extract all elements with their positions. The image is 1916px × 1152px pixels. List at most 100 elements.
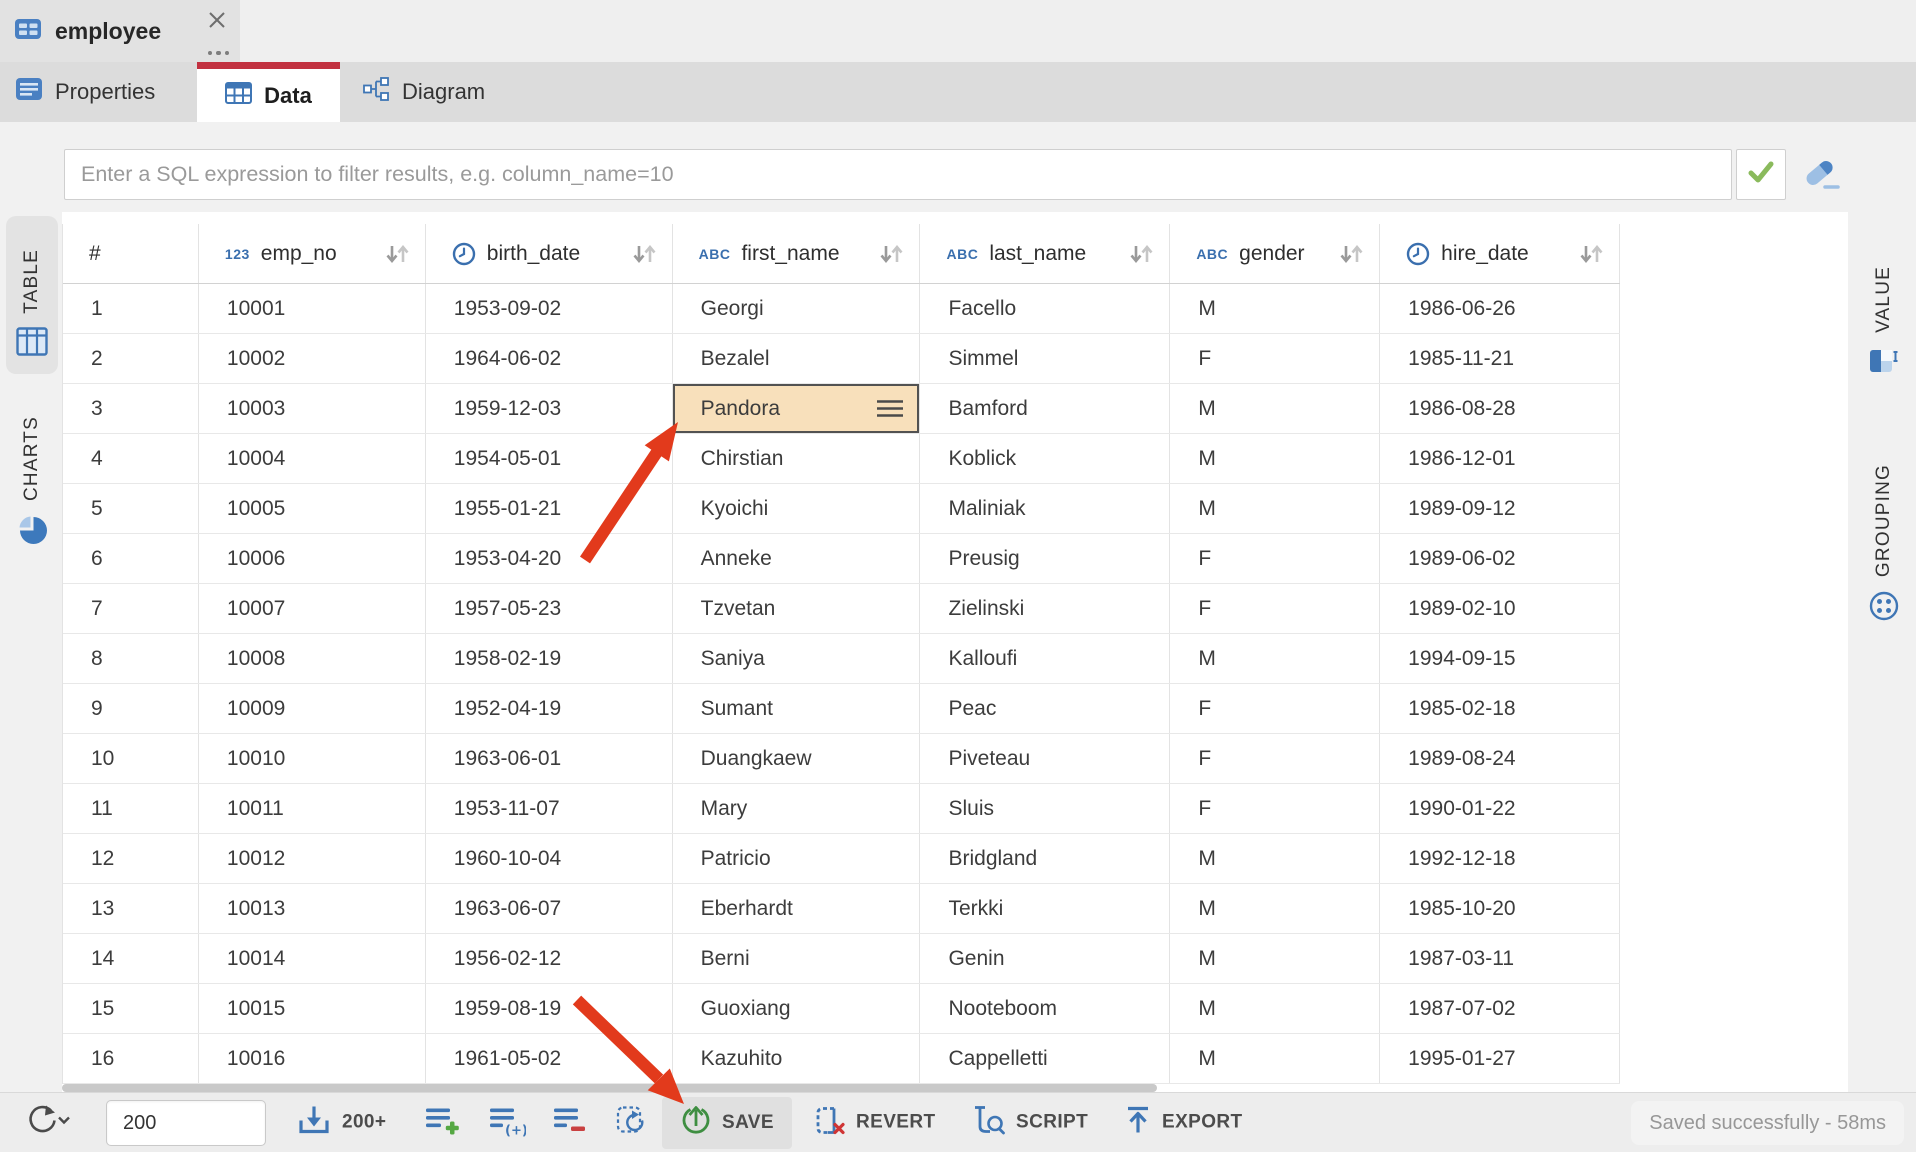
table-cell[interactable]: 1995-01-27: [1380, 1034, 1620, 1083]
table-cell[interactable]: 10006: [199, 534, 426, 583]
table-cell[interactable]: F: [1170, 684, 1380, 733]
table-cell[interactable]: 1953-11-07: [426, 784, 673, 833]
table-cell[interactable]: 1954-05-01: [426, 434, 673, 483]
table-cell[interactable]: Maliniak: [920, 484, 1170, 533]
sidebar-tab-charts[interactable]: CHARTS: [6, 386, 58, 564]
table-cell[interactable]: F: [1170, 584, 1380, 633]
table-cell[interactable]: Guoxiang: [673, 984, 921, 1033]
table-cell[interactable]: F: [1170, 784, 1380, 833]
document-tab-employee[interactable]: employee: [0, 0, 240, 62]
fetch-more-button[interactable]: 200+: [296, 1104, 386, 1141]
fetch-size-input[interactable]: [106, 1100, 266, 1146]
table-cell[interactable]: Mary: [673, 784, 921, 833]
column-header-emp_no[interactable]: 123emp_no: [199, 224, 426, 283]
table-cell[interactable]: Facello: [920, 284, 1170, 333]
tab-diagram[interactable]: Diagram: [340, 62, 525, 122]
table-cell[interactable]: Cappelletti: [920, 1034, 1170, 1083]
table-cell[interactable]: M: [1170, 884, 1380, 933]
table-cell[interactable]: F: [1170, 334, 1380, 383]
row-number-cell[interactable]: 10: [63, 734, 199, 783]
save-button[interactable]: SAVE: [662, 1097, 792, 1149]
table-cell[interactable]: 10010: [199, 734, 426, 783]
table-cell[interactable]: 1989-06-02: [1380, 534, 1620, 583]
column-header-last_name[interactable]: ABClast_name: [920, 224, 1170, 283]
row-number-cell[interactable]: 2: [63, 334, 199, 383]
table-cell[interactable]: 1985-02-18: [1380, 684, 1620, 733]
table-cell[interactable]: 1994-09-15: [1380, 634, 1620, 683]
table-cell[interactable]: Tzvetan: [673, 584, 921, 633]
table-cell[interactable]: Genin: [920, 934, 1170, 983]
table-cell[interactable]: M: [1170, 384, 1380, 433]
horizontal-scrollbar-thumb[interactable]: [62, 1084, 1157, 1092]
table-cell[interactable]: 10016: [199, 1034, 426, 1083]
refresh-button[interactable]: [22, 1102, 74, 1143]
table-cell[interactable]: 1953-09-02: [426, 284, 673, 333]
table-cell[interactable]: 10008: [199, 634, 426, 683]
tab-properties[interactable]: Properties: [0, 62, 197, 122]
delete-row-button[interactable]: [552, 1104, 588, 1141]
close-tab-icon[interactable]: [206, 9, 228, 31]
sidebar-tab-value[interactable]: VALUE: [1858, 216, 1910, 394]
table-cell[interactable]: Bamford: [920, 384, 1170, 433]
table-cell[interactable]: 1959-08-19: [426, 984, 673, 1033]
cell-menu-icon[interactable]: [875, 398, 905, 419]
table-cell[interactable]: 10013: [199, 884, 426, 933]
table-cell[interactable]: 1956-02-12: [426, 934, 673, 983]
add-row-button[interactable]: [424, 1104, 460, 1141]
table-cell[interactable]: 1957-05-23: [426, 584, 673, 633]
table-cell[interactable]: 1987-03-11: [1380, 934, 1620, 983]
sidebar-tab-grouping[interactable]: GROUPING: [1858, 400, 1910, 640]
table-cell[interactable]: 10001: [199, 284, 426, 333]
duplicate-row-button[interactable]: (+): [488, 1104, 526, 1141]
table-cell[interactable]: 10015: [199, 984, 426, 1033]
row-number-cell[interactable]: 16: [63, 1034, 199, 1083]
table-cell[interactable]: Terkki: [920, 884, 1170, 933]
table-cell[interactable]: M: [1170, 834, 1380, 883]
table-cell[interactable]: 1986-12-01: [1380, 434, 1620, 483]
table-cell[interactable]: Koblick: [920, 434, 1170, 483]
table-cell[interactable]: 1960-10-04: [426, 834, 673, 883]
table-cell[interactable]: 10005: [199, 484, 426, 533]
table-cell[interactable]: Zielinski: [920, 584, 1170, 633]
table-cell[interactable]: F: [1170, 734, 1380, 783]
row-number-cell[interactable]: 9: [63, 684, 199, 733]
table-cell[interactable]: Sumant: [673, 684, 921, 733]
row-number-cell[interactable]: 5: [63, 484, 199, 533]
table-cell[interactable]: 1985-11-21: [1380, 334, 1620, 383]
table-cell[interactable]: Peac: [920, 684, 1170, 733]
table-cell[interactable]: Bezalel: [673, 334, 921, 383]
table-cell[interactable]: 1989-09-12: [1380, 484, 1620, 533]
table-cell[interactable]: 1958-02-19: [426, 634, 673, 683]
table-cell[interactable]: 1986-08-28: [1380, 384, 1620, 433]
table-cell[interactable]: 1964-06-02: [426, 334, 673, 383]
table-cell[interactable]: 1955-01-21: [426, 484, 673, 533]
table-cell[interactable]: 10009: [199, 684, 426, 733]
row-number-cell[interactable]: 14: [63, 934, 199, 983]
table-cell[interactable]: M: [1170, 634, 1380, 683]
table-cell[interactable]: Kazuhito: [673, 1034, 921, 1083]
table-cell[interactable]: Simmel: [920, 334, 1170, 383]
table-cell[interactable]: Georgi: [673, 284, 921, 333]
tab-overflow-dots-icon[interactable]: [208, 51, 230, 56]
table-cell[interactable]: Berni: [673, 934, 921, 983]
column-header-gender[interactable]: ABCgender: [1170, 224, 1380, 283]
row-number-cell[interactable]: 1: [63, 284, 199, 333]
table-cell[interactable]: 1986-06-26: [1380, 284, 1620, 333]
table-cell[interactable]: 10007: [199, 584, 426, 633]
table-cell[interactable]: M: [1170, 934, 1380, 983]
refresh-row-button[interactable]: [614, 1103, 650, 1142]
table-cell[interactable]: 1963-06-01: [426, 734, 673, 783]
table-cell[interactable]: 10002: [199, 334, 426, 383]
script-button[interactable]: SCRIPT: [972, 1104, 1088, 1141]
table-cell[interactable]: 1989-08-24: [1380, 734, 1620, 783]
table-cell[interactable]: 1992-12-18: [1380, 834, 1620, 883]
table-cell[interactable]: F: [1170, 534, 1380, 583]
table-cell[interactable]: 10012: [199, 834, 426, 883]
column-header-first_name[interactable]: ABCfirst_name: [673, 224, 921, 283]
tab-data[interactable]: Data: [197, 62, 340, 122]
table-cell[interactable]: Chirstian: [673, 434, 921, 483]
row-number-cell[interactable]: 13: [63, 884, 199, 933]
column-header-hire_date[interactable]: hire_date: [1380, 224, 1620, 283]
table-cell[interactable]: Kyoichi: [673, 484, 921, 533]
table-cell[interactable]: Nooteboom: [920, 984, 1170, 1033]
